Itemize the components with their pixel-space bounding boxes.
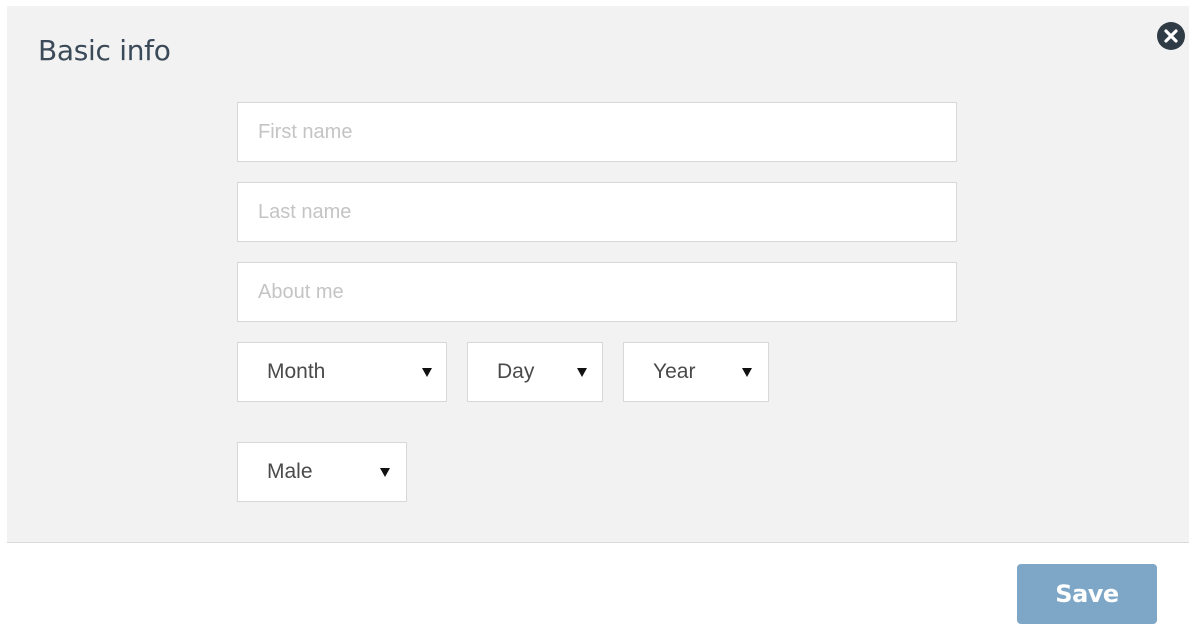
birth-day-select[interactable]: Day — [467, 342, 603, 402]
dropdown-arrow-icon — [380, 468, 390, 477]
dropdown-arrow-icon — [742, 368, 752, 377]
birth-day-value: Day — [497, 360, 535, 383]
last-name-input[interactable] — [237, 182, 957, 242]
basic-info-dialog: Basic info Month Day Year Male Save — [0, 0, 1189, 641]
about-me-input[interactable] — [237, 262, 957, 322]
gender-select[interactable]: Male — [237, 442, 407, 502]
birth-month-value: Month — [267, 360, 326, 383]
save-button[interactable]: Save — [1017, 564, 1157, 624]
dialog-title: Basic info — [38, 34, 171, 67]
birth-year-select[interactable]: Year — [623, 342, 769, 402]
dialog-body: Basic info Month Day Year Male — [7, 6, 1189, 543]
close-icon[interactable] — [1157, 22, 1185, 50]
birth-year-value: Year — [653, 360, 696, 383]
dropdown-arrow-icon — [577, 368, 587, 377]
birth-month-select[interactable]: Month — [237, 342, 447, 402]
first-name-input[interactable] — [237, 102, 957, 162]
gender-value: Male — [267, 460, 313, 483]
dropdown-arrow-icon — [422, 368, 432, 377]
